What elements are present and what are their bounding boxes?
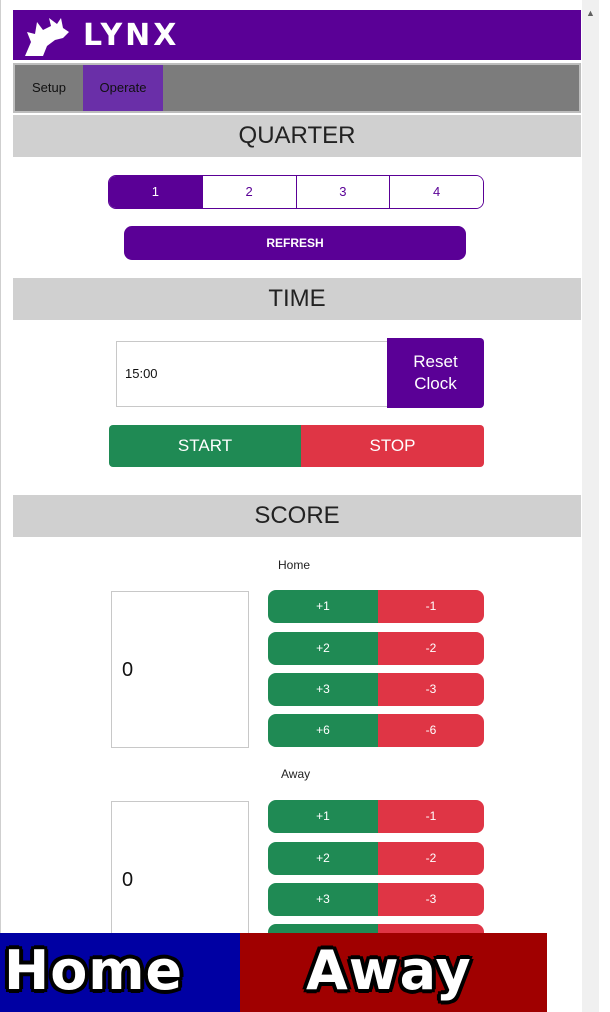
app-window: LYNX Setup Operate QUARTER 1 2 3 4 REFRE…	[0, 0, 582, 1012]
quarter-2-button[interactable]: 2	[202, 176, 297, 208]
away-label: Away	[281, 767, 311, 781]
brand-bar: LYNX	[13, 10, 581, 60]
home-score-row-4: +6 -6	[268, 714, 484, 747]
scroll-track[interactable]	[582, 22, 599, 982]
tab-operate[interactable]: Operate	[83, 65, 163, 111]
quarter-3-button[interactable]: 3	[296, 176, 391, 208]
away-overlay-panel: Away	[240, 933, 547, 1012]
time-header: TIME	[13, 278, 581, 320]
home-minus-1-button[interactable]: -1	[378, 590, 484, 623]
left-border	[0, 0, 1, 1012]
scroll-up-arrow-icon[interactable]: ▲	[582, 6, 599, 20]
home-plus-1-button[interactable]: +1	[268, 590, 378, 623]
lynx-logo-icon	[25, 18, 69, 56]
home-label: Home	[278, 558, 311, 572]
home-minus-2-button[interactable]: -2	[378, 632, 484, 665]
score-header: SCORE	[13, 495, 581, 537]
quarter-selector: 1 2 3 4	[108, 175, 484, 209]
away-minus-1-button[interactable]: -1	[378, 800, 484, 833]
away-minus-3-button[interactable]: -3	[378, 883, 484, 916]
home-overlay-panel: Home	[0, 933, 240, 1012]
home-minus-6-button[interactable]: -6	[378, 714, 484, 747]
away-plus-3-button[interactable]: +3	[268, 883, 378, 916]
home-score-row-1: +1 -1	[268, 590, 484, 623]
home-score-row-2: +2 -2	[268, 632, 484, 665]
quarter-4-button[interactable]: 4	[390, 176, 483, 208]
home-plus-2-button[interactable]: +2	[268, 632, 378, 665]
scoreboard-overlay: Home Away	[0, 933, 547, 1012]
away-score-row-1: +1 -1	[268, 800, 484, 833]
quarter-header: QUARTER	[13, 115, 581, 157]
start-button[interactable]: START	[109, 425, 301, 467]
home-score-value: 0	[122, 659, 134, 681]
home-minus-3-button[interactable]: -3	[378, 673, 484, 706]
home-score-box: 0	[111, 591, 249, 748]
reset-clock-label: Reset Clock	[413, 352, 458, 393]
home-score-row-3: +3 -3	[268, 673, 484, 706]
quarter-1-button[interactable]: 1	[109, 176, 203, 208]
away-score-value: 0	[122, 869, 134, 891]
clock-input[interactable]: 15:00	[116, 341, 388, 407]
brand-name: LYNX	[83, 18, 180, 53]
reset-clock-button[interactable]: Reset Clock	[387, 338, 484, 408]
tab-setup[interactable]: Setup	[15, 65, 83, 111]
away-plus-1-button[interactable]: +1	[268, 800, 378, 833]
away-minus-2-button[interactable]: -2	[378, 842, 484, 875]
refresh-button[interactable]: REFRESH	[124, 226, 466, 260]
home-plus-3-button[interactable]: +3	[268, 673, 378, 706]
away-score-row-3: +3 -3	[268, 883, 484, 916]
stop-button[interactable]: STOP	[301, 425, 484, 467]
away-score-row-2: +2 -2	[268, 842, 484, 875]
away-overlay-label: Away	[306, 939, 472, 1002]
home-plus-6-button[interactable]: +6	[268, 714, 378, 747]
away-plus-2-button[interactable]: +2	[268, 842, 378, 875]
scrollbar[interactable]: ▲	[582, 0, 599, 1012]
home-overlay-label: Home	[4, 939, 184, 1002]
tab-bar: Setup Operate	[13, 63, 581, 113]
